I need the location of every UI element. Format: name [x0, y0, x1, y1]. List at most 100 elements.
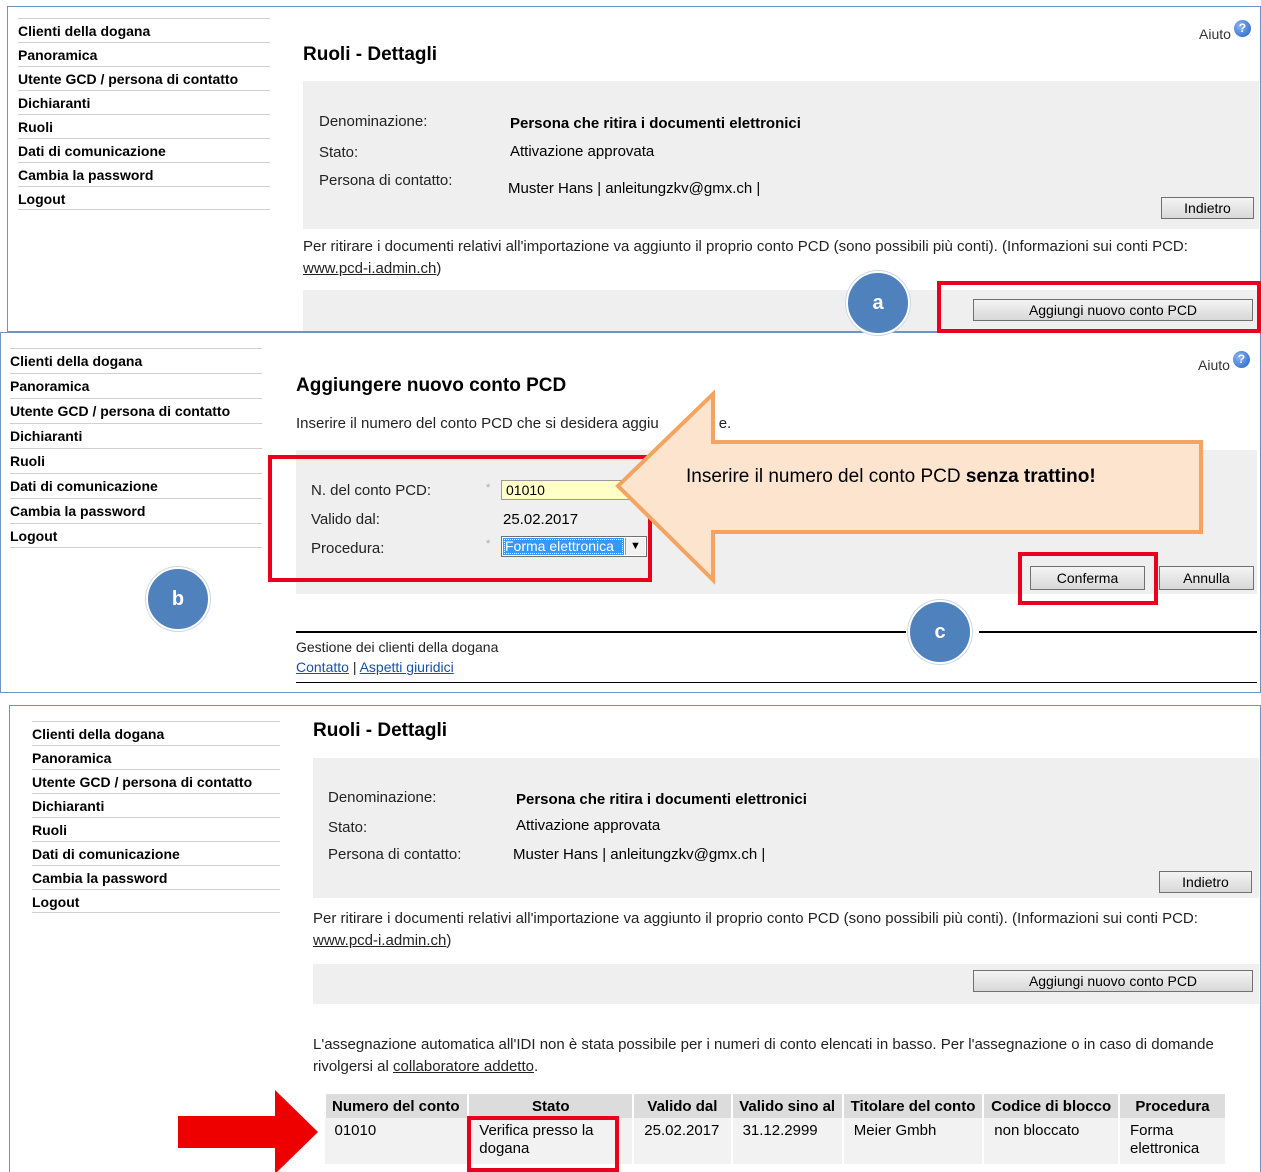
- page-title: Ruoli - Dettagli: [303, 44, 438, 65]
- sidebar-item-dati-comunicazione[interactable]: Dati di comunicazione: [32, 841, 280, 865]
- sidebar-item-utente[interactable]: Utente GCD / persona di contatto: [10, 398, 262, 423]
- footer-divider-right: [979, 631, 1257, 633]
- sidebar-nav: Clienti della dogana Panoramica Utente G…: [18, 18, 270, 210]
- col-header-account-number: Numero del conto: [323, 1094, 470, 1118]
- footer-links: Contatto | Aspetti giuridici: [296, 658, 454, 676]
- cell-holder: Meier Gmbh: [842, 1118, 985, 1164]
- callout-text-bold: senza trattino!: [965, 466, 1096, 487]
- add-account-bar: Aggiungi nuovo conto PCD: [313, 964, 1259, 1004]
- label-persona-contatto: Persona di contatto:: [328, 846, 462, 863]
- info-paragraph: Per ritirare i documenti relativi all'im…: [303, 236, 1253, 280]
- sidebar-item-panoramica[interactable]: Panoramica: [18, 42, 270, 66]
- sidebar-item-utente[interactable]: Utente GCD / persona di contatto: [18, 66, 270, 90]
- footer-title: Gestione dei clienti della dogana: [296, 639, 499, 655]
- value-persona-contatto: Muster Hans | anleitungzkv@gmx.ch |: [513, 846, 766, 863]
- details-box: Denominazione: Persona che ritira i docu…: [303, 81, 1259, 229]
- footer-contact-link[interactable]: Contatto: [296, 659, 349, 675]
- sidebar-item-ruoli[interactable]: Ruoli: [10, 448, 262, 473]
- help-label: Aiuto: [1198, 357, 1230, 373]
- sidebar-item-clienti[interactable]: Clienti della dogana: [18, 18, 270, 42]
- label-persona-contatto: Persona di contatto:: [319, 172, 453, 189]
- sidebar-item-dichiaranti[interactable]: Dichiaranti: [18, 90, 270, 114]
- step-marker-b: b: [146, 567, 210, 631]
- help-label: Aiuto: [1199, 26, 1231, 42]
- sidebar-nav: Clienti della dogana Panoramica Utente G…: [10, 348, 262, 548]
- sidebar-item-clienti[interactable]: Clienti della dogana: [32, 721, 280, 745]
- back-button[interactable]: Indietro: [1161, 197, 1254, 219]
- step-marker-a: a: [846, 271, 910, 335]
- step-marker-c: c: [908, 600, 972, 664]
- label-stato: Stato:: [319, 144, 359, 161]
- back-button[interactable]: Indietro: [1159, 871, 1252, 893]
- cell-valid-to: 31.12.2999: [731, 1118, 844, 1164]
- value-persona-contatto: Muster Hans | anleitungzkv@gmx.ch |: [508, 180, 761, 197]
- page-title: Aggiungere nuovo conto PCD: [296, 375, 567, 396]
- help-link[interactable]: Aiuto?: [1198, 351, 1250, 373]
- pcd-info-link[interactable]: www.pcd-i.admin.ch: [313, 932, 446, 949]
- sidebar-item-ruoli[interactable]: Ruoli: [18, 114, 270, 138]
- sidebar-item-dati-comunicazione[interactable]: Dati di comunicazione: [10, 473, 262, 498]
- col-header-holder: Titolare del conto: [842, 1094, 985, 1118]
- responsible-staff-link[interactable]: collaboratore addetto: [393, 1058, 534, 1075]
- highlight-add-account: [937, 281, 1261, 333]
- footer-divider-left: [296, 631, 906, 633]
- cell-procedure: Forma elettronica: [1119, 1118, 1227, 1164]
- details-box: Denominazione: Persona che ritira i docu…: [313, 758, 1259, 898]
- value-denominazione: Persona che ritira i documenti elettroni…: [510, 115, 801, 132]
- sidebar-item-logout[interactable]: Logout: [10, 523, 262, 548]
- value-stato: Attivazione approvata: [510, 143, 655, 160]
- page-title: Ruoli - Dettagli: [313, 720, 448, 741]
- help-link[interactable]: Aiuto?: [1199, 20, 1251, 42]
- help-icon: ?: [1233, 20, 1251, 37]
- right-arrow-icon: [178, 1090, 318, 1172]
- info-close: ): [436, 260, 442, 277]
- sidebar-item-panoramica[interactable]: Panoramica: [32, 745, 280, 769]
- sidebar-item-logout[interactable]: Logout: [18, 186, 270, 210]
- note-end: .: [533, 1058, 539, 1075]
- col-header-valid-from: Valido dal: [633, 1094, 733, 1118]
- value-denominazione: Persona che ritira i documenti elettroni…: [516, 791, 807, 808]
- sidebar-item-cambia-password[interactable]: Cambia la password: [18, 162, 270, 186]
- sidebar-item-dichiaranti[interactable]: Dichiaranti: [10, 423, 262, 448]
- label-stato: Stato:: [328, 819, 368, 836]
- cell-block-code: non bloccato: [983, 1118, 1120, 1164]
- help-icon: ?: [1232, 351, 1250, 368]
- info-text: Per ritirare i documenti relativi all'im…: [303, 238, 1188, 255]
- cell-valid-from: 25.02.2017: [633, 1118, 733, 1164]
- highlight-form-fields: [268, 455, 652, 582]
- footer-separator: |: [352, 659, 357, 675]
- table-row: 01010 Verifica presso la dogana 25.02.20…: [324, 1118, 1227, 1164]
- col-header-status: Stato: [468, 1094, 635, 1118]
- accounts-table: Numero del conto Stato Valido dal Valido…: [323, 1094, 1227, 1164]
- sidebar-item-clienti[interactable]: Clienti della dogana: [10, 348, 262, 373]
- info-close: ): [446, 932, 452, 949]
- callout-text: Inserire il numero del conto PCD senza t…: [686, 461, 1166, 493]
- cell-account-number: 01010: [324, 1118, 470, 1164]
- col-header-block-code: Codice di blocco: [983, 1094, 1120, 1118]
- instruction-text: Inserire il numero del conto PCD che si …: [296, 415, 659, 432]
- highlight-status-cell: [467, 1116, 619, 1172]
- callout-text-plain: Inserire il numero del conto PCD: [686, 466, 966, 487]
- assignment-note: L'assegnazione automatica all'IDI non è …: [313, 1034, 1258, 1078]
- footer-legal-link[interactable]: Aspetti giuridici: [360, 659, 454, 675]
- sidebar-item-dati-comunicazione[interactable]: Dati di comunicazione: [18, 138, 270, 162]
- sidebar-item-cambia-password[interactable]: Cambia la password: [32, 865, 280, 889]
- value-stato: Attivazione approvata: [516, 817, 661, 834]
- add-pcd-account-button[interactable]: Aggiungi nuovo conto PCD: [973, 970, 1253, 992]
- sidebar-item-logout[interactable]: Logout: [32, 889, 280, 913]
- col-header-procedure: Procedura: [1119, 1094, 1227, 1118]
- sidebar-item-ruoli[interactable]: Ruoli: [32, 817, 280, 841]
- table-header-row: Numero del conto Stato Valido dal Valido…: [323, 1094, 1227, 1118]
- sidebar-item-utente[interactable]: Utente GCD / persona di contatto: [32, 769, 280, 793]
- info-text: Per ritirare i documenti relativi all'im…: [313, 910, 1198, 927]
- info-paragraph: Per ritirare i documenti relativi all'im…: [313, 908, 1258, 952]
- sidebar-item-dichiaranti[interactable]: Dichiaranti: [32, 793, 280, 817]
- pcd-info-link[interactable]: www.pcd-i.admin.ch: [303, 260, 436, 277]
- sidebar-item-cambia-password[interactable]: Cambia la password: [10, 498, 262, 523]
- label-denominazione: Denominazione:: [319, 113, 428, 130]
- sidebar-item-panoramica[interactable]: Panoramica: [10, 373, 262, 398]
- label-denominazione: Denominazione:: [328, 789, 437, 806]
- sidebar-nav: Clienti della dogana Panoramica Utente G…: [32, 721, 280, 913]
- right-arrow-shape: [178, 1090, 318, 1172]
- footer-bottom-rule: [296, 682, 1257, 683]
